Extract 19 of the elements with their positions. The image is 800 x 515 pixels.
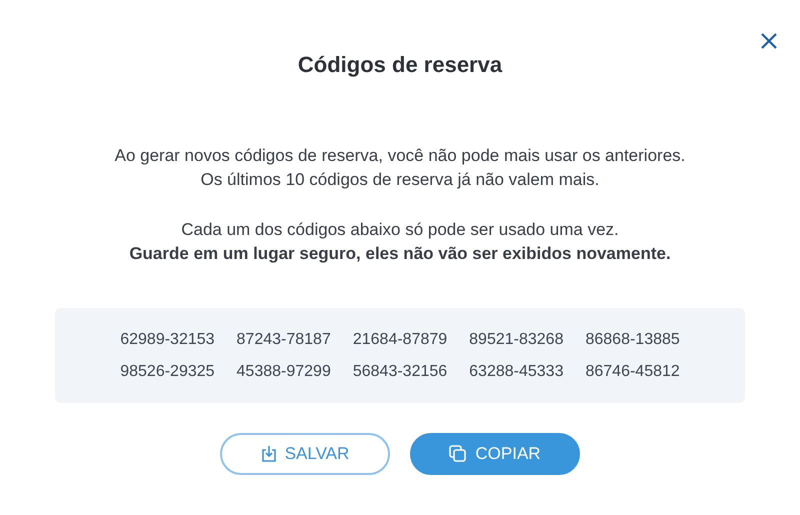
message-text: Os últimos 10 códigos de reserva já não valem mais. xyxy=(200,169,600,191)
copy-button[interactable]: COPIAR xyxy=(410,433,580,475)
download-icon xyxy=(260,445,277,463)
save-button[interactable]: SALVAR xyxy=(220,433,390,475)
backup-code: 62989-32153 xyxy=(120,330,215,350)
backup-code: 89521-83268 xyxy=(469,330,564,350)
message-text: Cada um dos códigos abaixo só pode ser usado uma vez. xyxy=(180,219,620,241)
backup-code: 86746-45812 xyxy=(585,362,680,382)
message-text: Ao gerar novos códigos de reserva, você não pode mais usar os anteriores. xyxy=(114,145,686,167)
backup-code: 56843-32156 xyxy=(352,362,448,382)
copy-icon xyxy=(449,445,468,463)
dialog-title: Códigos de reserva xyxy=(298,51,502,79)
backup-code: 63288-45333 xyxy=(469,362,564,382)
backup-code: 21684-87879 xyxy=(352,330,448,350)
backup-code: 98526-29325 xyxy=(120,362,215,382)
backup-code: 45388-97299 xyxy=(236,362,331,382)
backup-code: 87243-78187 xyxy=(236,330,331,350)
message-text: Guarde em um lugar seguro, eles não vão ser exibidos novamente. xyxy=(129,243,671,265)
backup-code: 86868-13885 xyxy=(585,330,680,350)
